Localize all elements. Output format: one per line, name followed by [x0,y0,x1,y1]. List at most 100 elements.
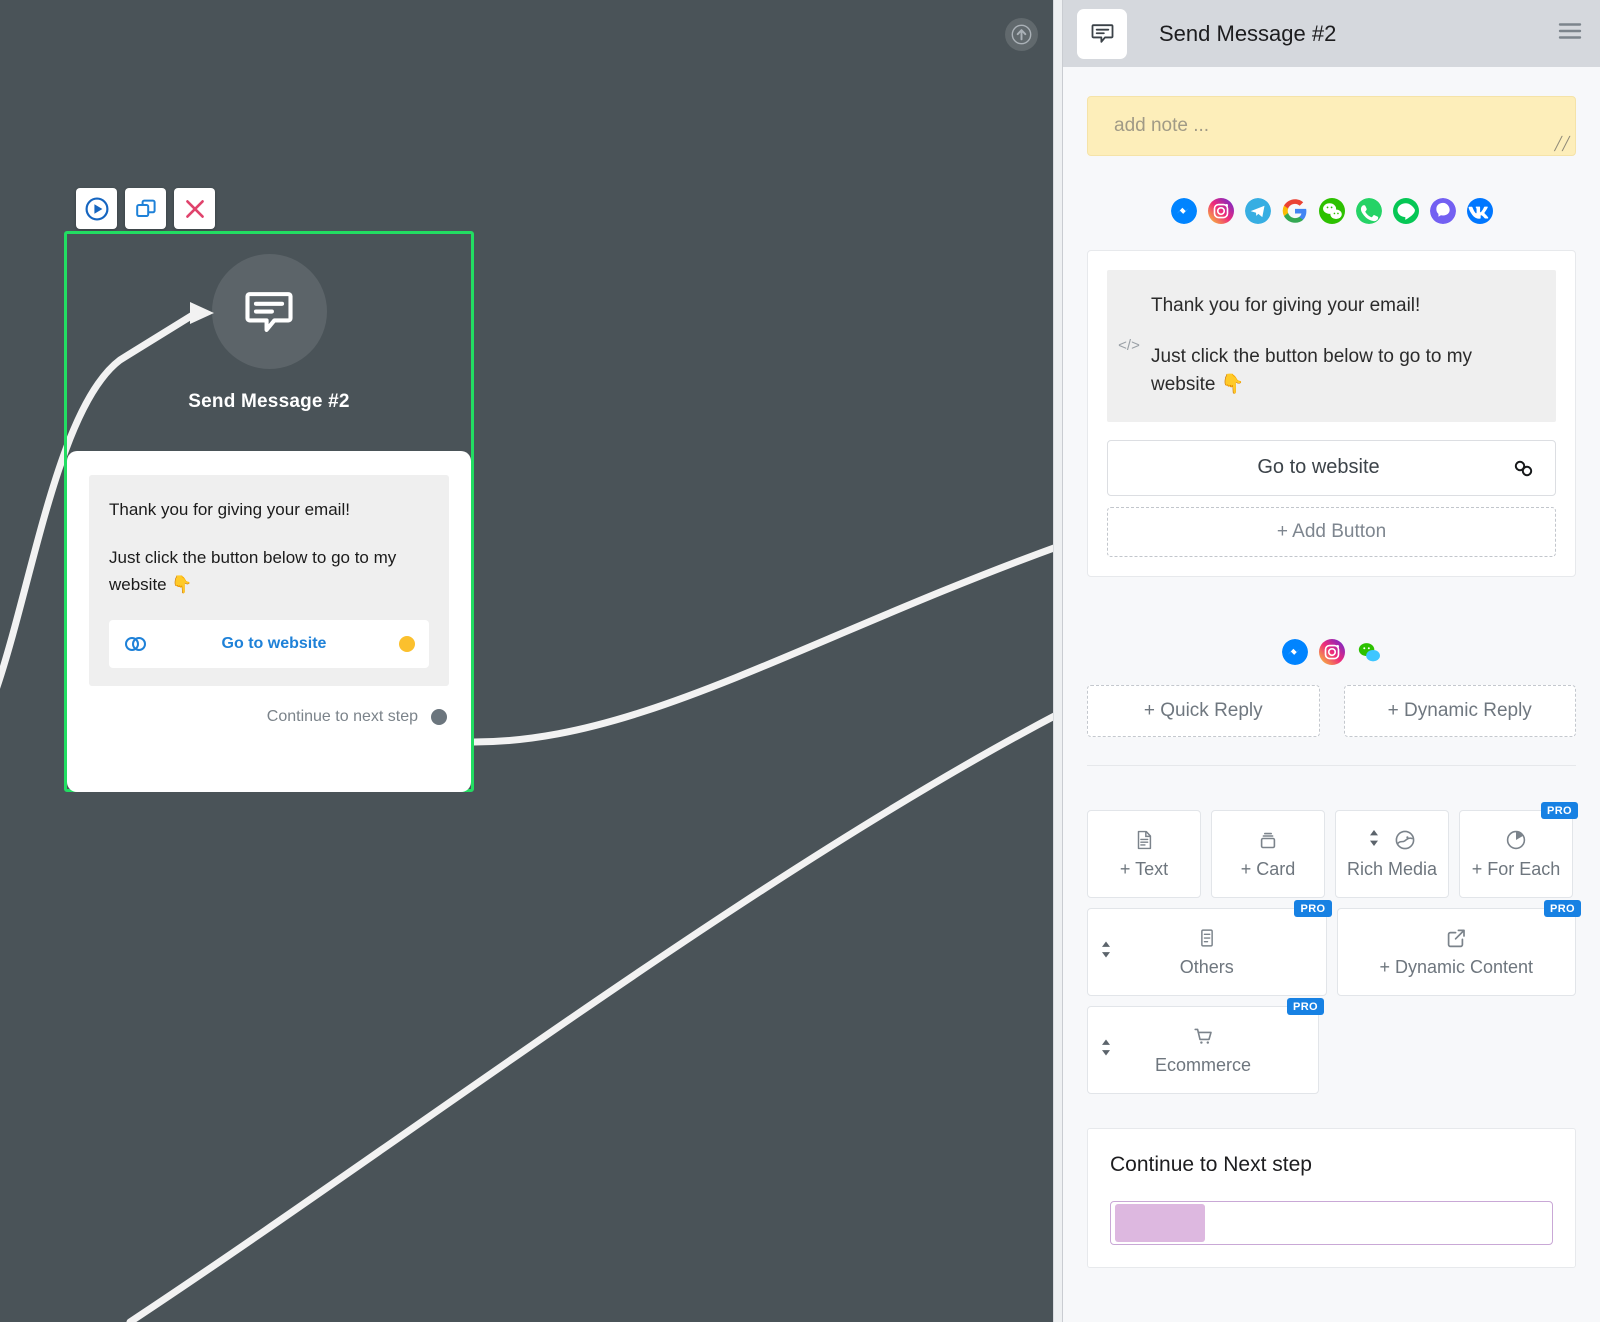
viber-icon[interactable] [1429,198,1456,224]
content-block-row: + Text + Card Rich Media PRO + For Each [1087,801,1578,898]
channel-icons-message [1087,198,1576,224]
wechat-icon[interactable] [1356,639,1382,665]
instagram-icon[interactable] [1318,638,1345,665]
message-button-go-to-website[interactable]: Go to website [1107,439,1556,496]
vk-icon[interactable] [1466,198,1493,224]
pro-badge: PRO [1286,997,1324,1015]
flow-node-cta-connector[interactable] [399,636,415,653]
duplicate-node-button[interactable] [125,188,166,229]
document-text-icon [1133,827,1155,853]
sort-handle-icon[interactable] [1100,939,1112,964]
pro-badge: PRO [1540,801,1578,819]
messenger-icon[interactable] [1281,638,1308,665]
chain-link-icon[interactable] [1511,458,1537,478]
flow-node-message-line: Thank you for giving your email! [109,500,350,519]
message-bubble-icon [1091,24,1113,43]
messenger-icon[interactable] [1170,198,1197,224]
content-block-row: PRO Others PRO + Dynamic Content [1087,899,1581,996]
pro-badge: PRO [1543,899,1581,917]
add-dynamic-content-block[interactable]: PRO + Dynamic Content [1336,899,1581,996]
flow-node-continue-label: Continue to next step [266,708,418,726]
continue-to-next-step-title: Continue to Next step [1110,1152,1312,1176]
code-brackets-icon[interactable]: </> [1107,337,1151,354]
canvas-scrollbar[interactable] [1053,0,1062,1322]
run-node-button[interactable] [76,188,117,229]
message-button-label: Go to website [1257,456,1380,478]
duplicate-icon [135,199,156,217]
message-bubble-icon [245,291,293,332]
instagram-icon[interactable] [1207,198,1234,224]
flow-canvas[interactable]: Send Message #2 Thank you for giving you… [0,0,1062,1322]
shopping-cart-icon [1191,1023,1215,1049]
close-x-icon [185,199,204,218]
message-content-card: </> Thank you for giving your email! Jus… [1087,250,1576,577]
content-block-row: PRO Ecommerce [1087,997,1576,1094]
flow-node-cta-label: Go to website [221,635,327,653]
hamburger-menu-icon [1558,23,1582,39]
content-block-label: + Card [1240,859,1296,879]
add-quick-reply-button[interactable]: + Quick Reply [1087,684,1320,737]
avatar [211,254,327,369]
content-block-label: Ecommerce [1154,1055,1252,1075]
continue-to-next-step-card: Continue to Next step [1087,1127,1576,1268]
line-icon[interactable] [1392,198,1419,224]
external-link-icon [1444,925,1468,951]
card-stack-icon [1256,827,1280,853]
pro-badge: PRO [1294,899,1332,917]
page-title: Send Message #2 [1159,20,1337,46]
add-for-each-block[interactable]: PRO + For Each [1459,801,1578,898]
next-step-chip[interactable] [1115,1203,1205,1242]
flow-node-message-line: Just click the button below to go to my … [109,548,397,594]
chain-link-icon [125,637,146,652]
message-line: Thank you for giving your email! [1151,295,1421,316]
content-block-palette: + Text + Card Rich Media PRO + For Each … [1087,801,1581,1094]
telegram-icon[interactable] [1244,198,1271,224]
add-button[interactable]: + Add Button [1107,506,1556,557]
panel-step-icon [1077,8,1127,59]
arrow-up-circle-icon [1011,24,1032,45]
content-block-label: Others [1179,957,1234,977]
flow-node-header: Send Message #2 [67,234,471,451]
play-circle-icon [85,197,108,220]
step-settings-panel: Send Message #2 add note ... ╱╱ </> Than… [1062,0,1600,1322]
flow-node-send-message[interactable]: Send Message #2 Thank you for giving you… [64,231,474,792]
panel-menu-button[interactable] [1558,21,1582,46]
panel-body: add note ... ╱╱ </> Thank you for giving… [1063,96,1600,1268]
flow-node-message-bubble[interactable]: Thank you for giving your email! Just cl… [89,475,449,687]
content-block-label: + For Each [1471,859,1561,879]
content-block-label: Rich Media [1346,859,1438,879]
next-step-selector[interactable] [1110,1200,1553,1245]
add-text-block[interactable]: + Text [1087,809,1201,898]
pie-chart-icon [1504,827,1528,853]
note-field[interactable]: add note ... ╱╱ [1087,96,1576,156]
ecommerce-block[interactable]: PRO Ecommerce [1087,997,1324,1094]
resize-grip-icon[interactable]: ╱╱ [1554,136,1570,152]
content-block-label: + Dynamic Content [1379,957,1534,977]
flow-node-continue-row[interactable]: Continue to next step [89,708,449,726]
content-block-label: + Text [1119,859,1169,879]
google-icon[interactable] [1282,198,1308,224]
panel-scrollbar[interactable] [1594,0,1600,1322]
delete-node-button[interactable] [174,188,215,229]
wechat-icon[interactable] [1318,198,1345,224]
flow-node-title: Send Message #2 [188,391,350,412]
whatsapp-icon[interactable] [1355,198,1382,224]
reply-buttons-row: + Quick Reply + Dynamic Reply [1087,684,1576,766]
rich-media-block[interactable]: Rich Media [1335,809,1449,898]
sort-handle-icon[interactable] [1368,828,1380,853]
message-line: Just click the button below to go to my … [1151,345,1473,396]
message-text: Thank you for giving your email! Just cl… [1151,292,1536,400]
others-block[interactable]: PRO Others [1087,899,1332,996]
flow-node-continue-connector[interactable] [431,709,447,726]
sort-handle-icon[interactable] [1100,1037,1112,1062]
panel-header: Send Message #2 [1063,0,1600,67]
scroll-to-top-button[interactable] [1005,18,1038,51]
note-placeholder: add note ... [1114,115,1210,136]
flow-node-cta-button[interactable]: Go to website [109,620,429,669]
add-card-block[interactable]: + Card [1211,809,1325,898]
message-text-bubble[interactable]: </> Thank you for giving your email! Jus… [1107,270,1556,422]
flow-node-card: Thank you for giving your email! Just cl… [67,451,471,792]
channel-icons-reply [1087,638,1576,665]
add-dynamic-reply-button[interactable]: + Dynamic Reply [1343,684,1576,737]
image-icon [1393,827,1417,853]
